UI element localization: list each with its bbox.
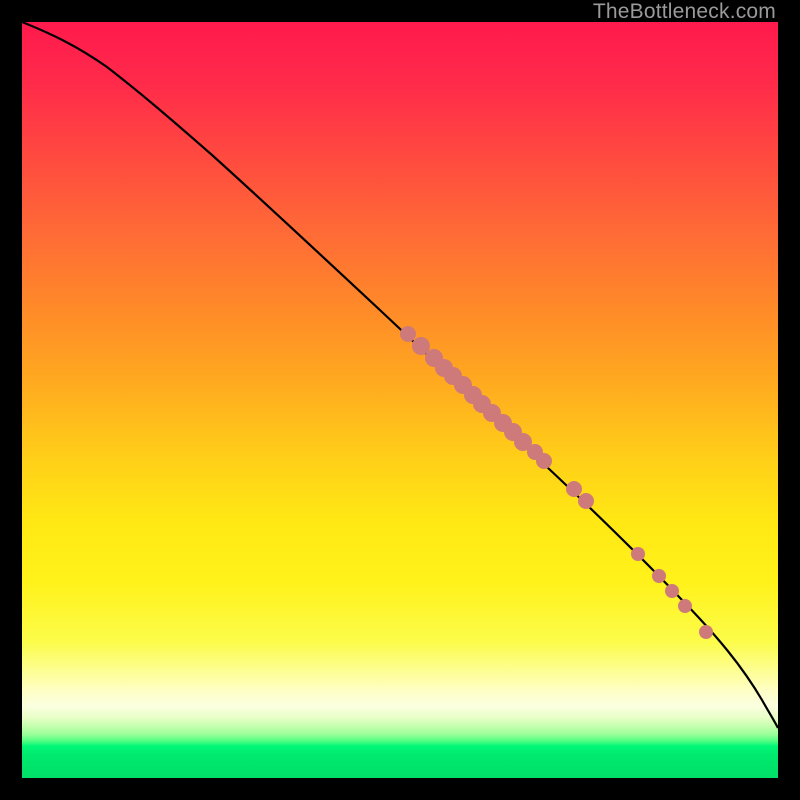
data-point	[678, 599, 692, 613]
scatter-cluster-upper	[400, 326, 594, 509]
data-point	[631, 547, 645, 561]
data-point	[400, 326, 416, 342]
watermark-text: TheBottleneck.com	[593, 0, 776, 24]
data-point	[578, 493, 594, 509]
data-point	[699, 625, 713, 639]
data-point	[536, 453, 552, 469]
chart-svg	[22, 22, 778, 778]
data-point	[566, 481, 582, 497]
plot-area	[22, 22, 778, 778]
data-point	[652, 569, 666, 583]
data-point	[665, 584, 679, 598]
main-curve	[22, 22, 778, 728]
chart-frame: TheBottleneck.com	[0, 0, 800, 800]
